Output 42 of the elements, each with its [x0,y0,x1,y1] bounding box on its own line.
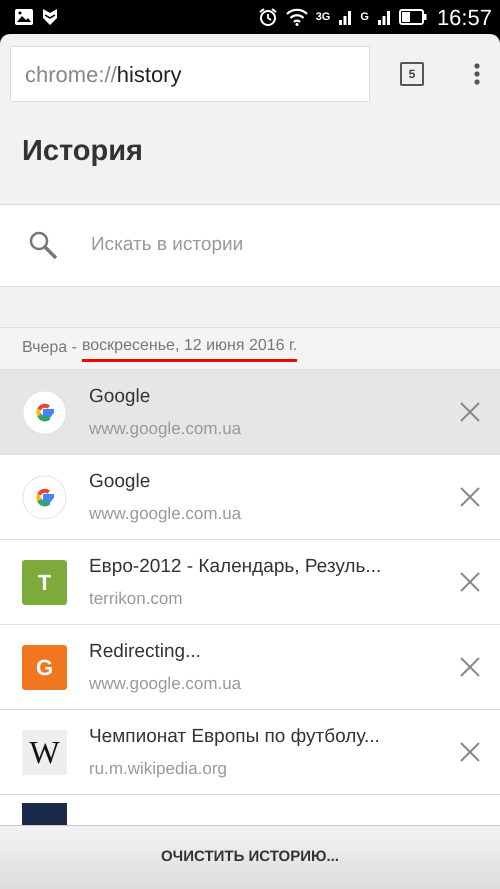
site-favicon: T [22,560,67,604]
tab-count-button[interactable]: 5 [400,62,424,86]
battery-icon [398,9,427,25]
network-label: G [360,10,369,25]
address-bar[interactable]: chrome://history [10,46,370,102]
wifi-icon [286,8,308,26]
page-title: История [21,134,144,169]
remove-button[interactable] [460,740,480,764]
entry-url: ru.m.wikipedia.org [89,758,228,780]
entry-title: Чемпионат Европы по футболу... [89,725,381,749]
clock-time: 16:57 [436,4,492,32]
signal-icon [338,9,352,25]
remove-button[interactable] [460,400,480,424]
entry-url: www.google.com.ua [89,418,242,440]
site-favicon: G [22,644,67,690]
menu-button[interactable] [474,62,480,86]
history-item[interactable]: W Чемпионат Европы по футболу... ru.m.wikipedia.org [0,710,500,795]
google-favicon [22,474,67,520]
network-label: 3G [316,10,330,25]
entry-url: terrikon.com [89,588,184,610]
site-favicon: W [22,730,67,774]
entry-title: Google [89,470,152,494]
image-icon [14,8,34,26]
alarm-icon [258,7,278,27]
google-favicon [22,390,67,434]
signal-icon [376,9,391,25]
remove-button[interactable] [460,485,480,509]
clear-history-button[interactable]: ОЧИСТИТЬ ИСТОРИЮ... [155,845,345,870]
entry-title: Google [89,385,152,409]
entry-title: Redirecting... [89,640,202,664]
entry-url: www.google.com.ua [89,672,242,694]
shield-icon [42,8,58,26]
entry-title: Евро-2012 - Календарь, Резуль... [89,555,382,579]
history-item[interactable] [0,795,500,825]
history-item[interactable]: Google www.google.com.ua [0,370,500,455]
entry-url: www.google.com.ua [89,502,242,524]
history-item[interactable]: G Redirecting... www.google.com.ua [0,625,500,710]
history-item[interactable]: T Евро-2012 - Календарь, Резуль... terrikon.com [0,540,500,625]
history-item[interactable]: Google www.google.com.ua [0,455,500,540]
search-field[interactable]: Искать в истории [0,204,500,287]
remove-button[interactable] [460,655,480,679]
remove-button[interactable] [460,570,480,594]
